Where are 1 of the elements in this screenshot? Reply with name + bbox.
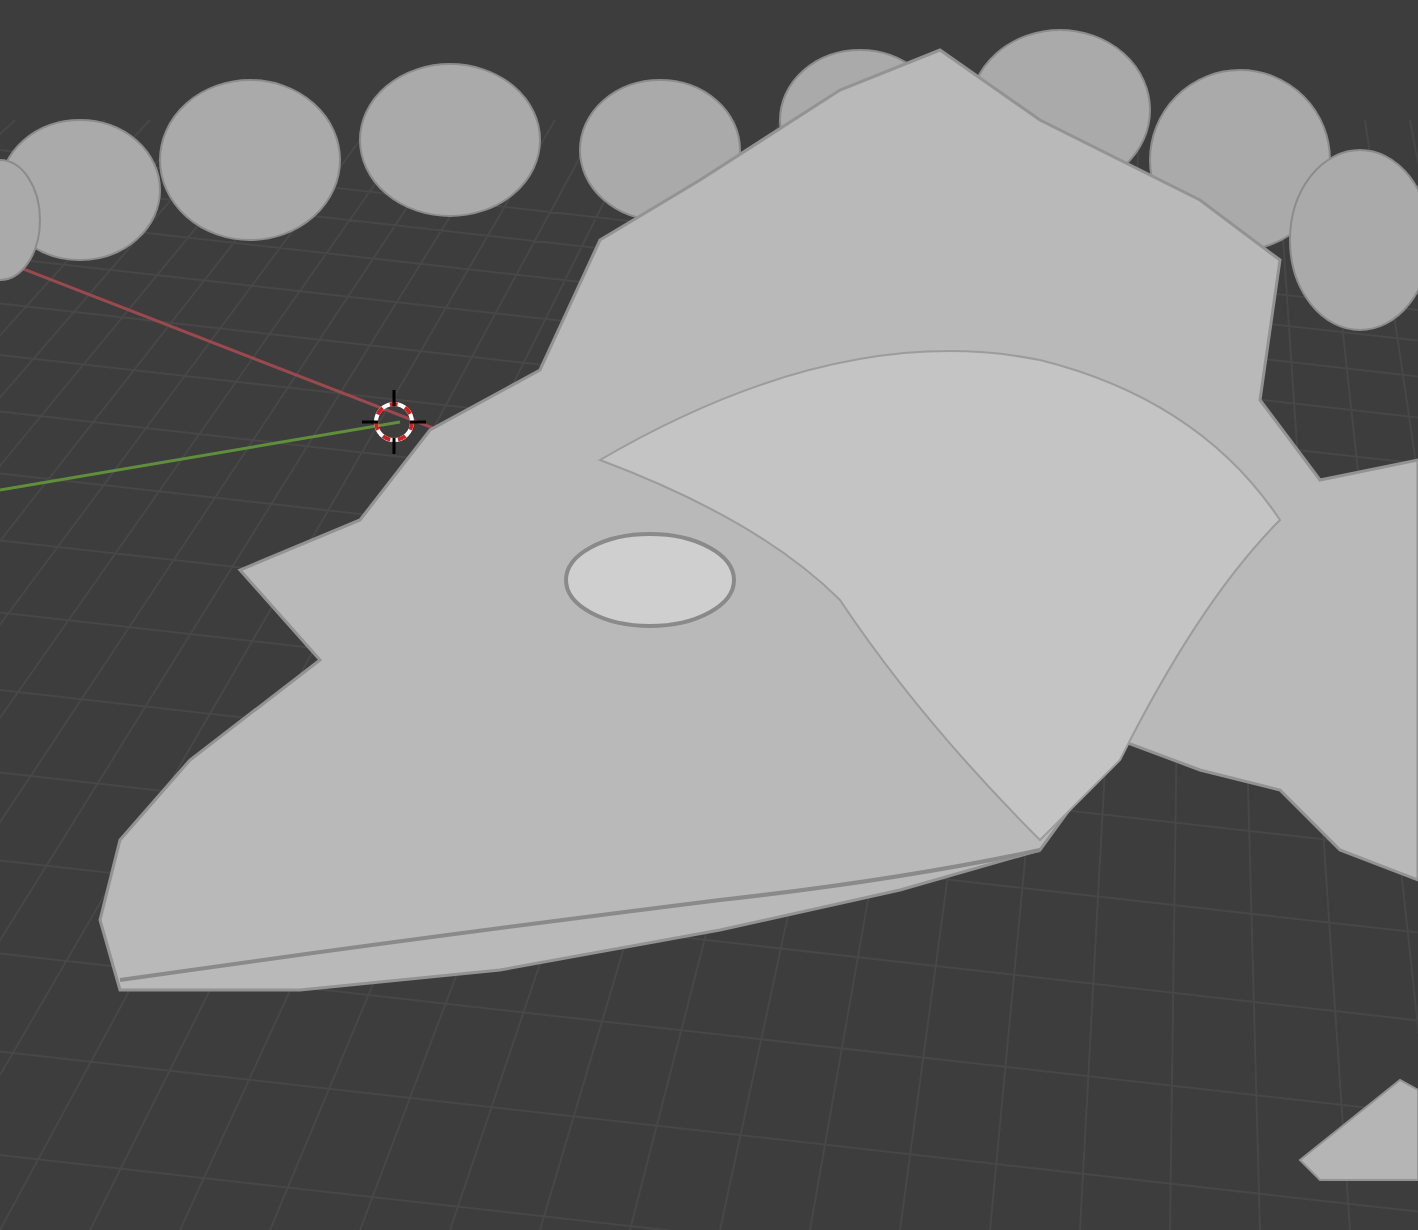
3d-cursor-icon[interactable] [360,388,428,456]
